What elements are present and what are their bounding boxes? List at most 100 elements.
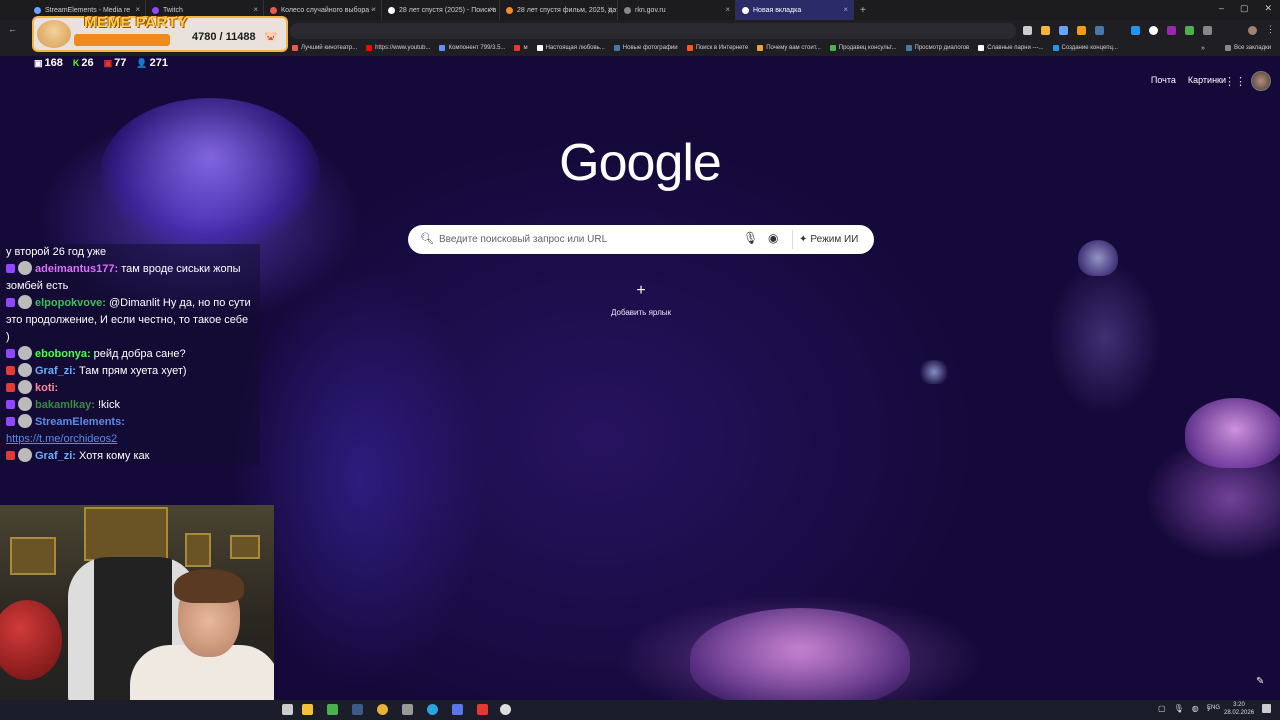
menu-kebab-icon[interactable]: ⋮ (1266, 24, 1275, 35)
live-badge-icon (6, 383, 15, 392)
images-link[interactable]: Картинки (1188, 75, 1226, 85)
extension-icon[interactable] (1095, 26, 1104, 35)
notification-icon[interactable] (1262, 704, 1271, 713)
back-icon[interactable]: ← (8, 24, 17, 34)
close-tab-icon[interactable]: × (725, 5, 730, 14)
maximize-icon[interactable]: ▢ (1240, 3, 1249, 14)
chat-link[interactable]: https://t.me/orchideos2 (6, 433, 117, 445)
bookmark-item[interactable]: Просмотр диалогов (905, 45, 969, 51)
address-bar[interactable] (290, 23, 1016, 39)
bookmark-item[interactable]: Поиск в Интернете (686, 45, 748, 51)
taskbar-clock[interactable]: 3:20 28.02.2026 (1224, 701, 1254, 717)
network-icon[interactable]: ◍ (1192, 704, 1199, 713)
telegram-icon[interactable] (427, 704, 438, 715)
lens-camera-icon[interactable]: ◉ (768, 231, 778, 245)
folder-icon (1225, 45, 1231, 51)
search-input[interactable]: Введите поисковый запрос или URL (439, 234, 607, 245)
chat-username: Graf_zi: (35, 365, 76, 377)
bookmark-item[interactable]: м (514, 45, 528, 51)
tab-label: Twitch (163, 6, 183, 14)
browser-tab[interactable]: 28 лет спустя (2025) - Поиск в × (382, 0, 500, 20)
close-tab-icon[interactable]: × (607, 5, 612, 14)
app-icon[interactable] (327, 704, 338, 715)
extension-icon[interactable] (1167, 26, 1176, 35)
pig-icon: 🐷 (264, 31, 278, 43)
tab-search-button[interactable] (0, 0, 28, 20)
search-icon: 🔍︎ (420, 233, 434, 245)
bookmark-item[interactable]: Компонент 799/3.5... (439, 45, 505, 51)
live-badge-icon (6, 366, 15, 375)
bookmarks-overflow-icon[interactable]: » (1201, 45, 1205, 52)
kick-icon: K (72, 58, 80, 68)
all-bookmarks-link[interactable]: Все закладки (1225, 45, 1271, 51)
bookmark-label: Лучший кинотеатр... (301, 45, 358, 51)
close-tab-icon[interactable]: × (843, 5, 848, 14)
bookmark-item[interactable]: Почему вам стоит... (757, 45, 821, 51)
app-icon[interactable] (500, 704, 511, 715)
bookmark-item[interactable]: Продавец консульт... (829, 45, 897, 51)
chat-username: bakamlkay: (35, 399, 95, 411)
chat-username: Graf_zi: (35, 450, 76, 462)
tray-icon[interactable]: ▢ (1158, 704, 1166, 713)
bookmark-label: Компонент 799/3.5... (448, 45, 506, 51)
browser-tab[interactable]: rkn.gov.ru × (618, 0, 736, 20)
bookmark-favicon-icon (366, 45, 373, 51)
close-tab-icon[interactable]: × (489, 5, 494, 14)
ai-mode-button[interactable]: ✦ Режим ИИ (792, 230, 864, 249)
bookmark-favicon-icon (905, 45, 912, 51)
extension-icon[interactable] (1023, 26, 1032, 35)
app-icon[interactable] (477, 704, 488, 715)
account-avatar[interactable] (1251, 71, 1271, 91)
extension-icon[interactable] (1185, 26, 1194, 35)
close-tab-icon[interactable]: × (253, 5, 258, 14)
bookmark-item[interactable]: Создание концепц... (1052, 45, 1118, 51)
bookmark-label: https://www.youtub... (375, 45, 431, 51)
tab-label: rkn.gov.ru (635, 6, 666, 14)
close-tab-icon[interactable]: × (135, 5, 140, 14)
twitch-badge-icon (6, 264, 15, 273)
extension-icon[interactable] (1059, 26, 1068, 35)
browser-tab[interactable]: Новая вкладка × (736, 0, 854, 20)
close-tab-icon[interactable]: × (371, 5, 376, 14)
extension-icon[interactable] (1077, 26, 1086, 35)
chat-message: https://t.me/orchideos2 (0, 431, 260, 448)
microphone-tray-icon[interactable]: 🎙︎ (1174, 704, 1184, 713)
add-shortcut-tile[interactable]: + Добавить ярлык (596, 282, 686, 317)
tab-label: StreamElements - Media re (45, 6, 131, 14)
start-icon[interactable] (282, 704, 293, 715)
bookmark-item[interactable]: https://www.youtub... (366, 45, 430, 51)
close-window-icon[interactable]: ✕ (1264, 3, 1272, 14)
window-controls: – ▢ ✕ (1219, 3, 1272, 14)
meme-party-score: 4780 / 11488 (192, 31, 256, 43)
jellyfish-decoration (1185, 398, 1280, 468)
new-tab-button[interactable]: + (860, 5, 866, 16)
google-apps-icon[interactable]: ⋮⋮ (1224, 75, 1246, 88)
chrome-icon[interactable] (377, 704, 388, 715)
profile-avatar-icon[interactable] (1248, 26, 1257, 35)
chat-avatar (18, 261, 32, 275)
explorer-icon[interactable] (302, 704, 313, 715)
bookmark-item[interactable]: Новые фотографии (613, 45, 678, 51)
search-box[interactable]: 🔍︎ Введите поисковый запрос или URL 🎙︎ ◉… (408, 225, 874, 254)
extension-icon[interactable] (1131, 26, 1140, 35)
chat-message: Graf_zi: Хотя кому как (0, 448, 260, 465)
gmail-link[interactable]: Почта (1151, 75, 1176, 85)
bookmark-label: Славные парни ---... (987, 45, 1044, 51)
minimize-icon[interactable]: – (1219, 3, 1224, 14)
steam-icon[interactable] (352, 704, 363, 715)
chat-message: elpopokvove: @Dimanlit Ну да, но по сути… (0, 295, 260, 346)
customize-pencil-icon[interactable]: ✎ (1256, 676, 1264, 687)
bookmark-item[interactable]: Лучший кинотеатр... (292, 45, 357, 51)
app-icon[interactable] (402, 704, 413, 715)
browser-tab[interactable]: 28 лет спустя фильм, 2025, дат × (500, 0, 618, 20)
bookmark-favicon-icon (439, 45, 446, 51)
app-icon[interactable] (452, 704, 463, 715)
microphone-icon[interactable]: 🎙︎ (743, 231, 758, 245)
chat-message: ebobonya: рейд добра сане? (0, 346, 260, 363)
bookmark-item[interactable]: Настоящая любовь... (536, 45, 605, 51)
bookmark-item[interactable]: Славные парни ---... (978, 45, 1044, 51)
extension-icon[interactable] (1149, 26, 1158, 35)
extension-icon[interactable] (1041, 26, 1050, 35)
extensions-puzzle-icon[interactable] (1203, 26, 1212, 35)
language-indicator[interactable]: ENG (1207, 705, 1220, 711)
